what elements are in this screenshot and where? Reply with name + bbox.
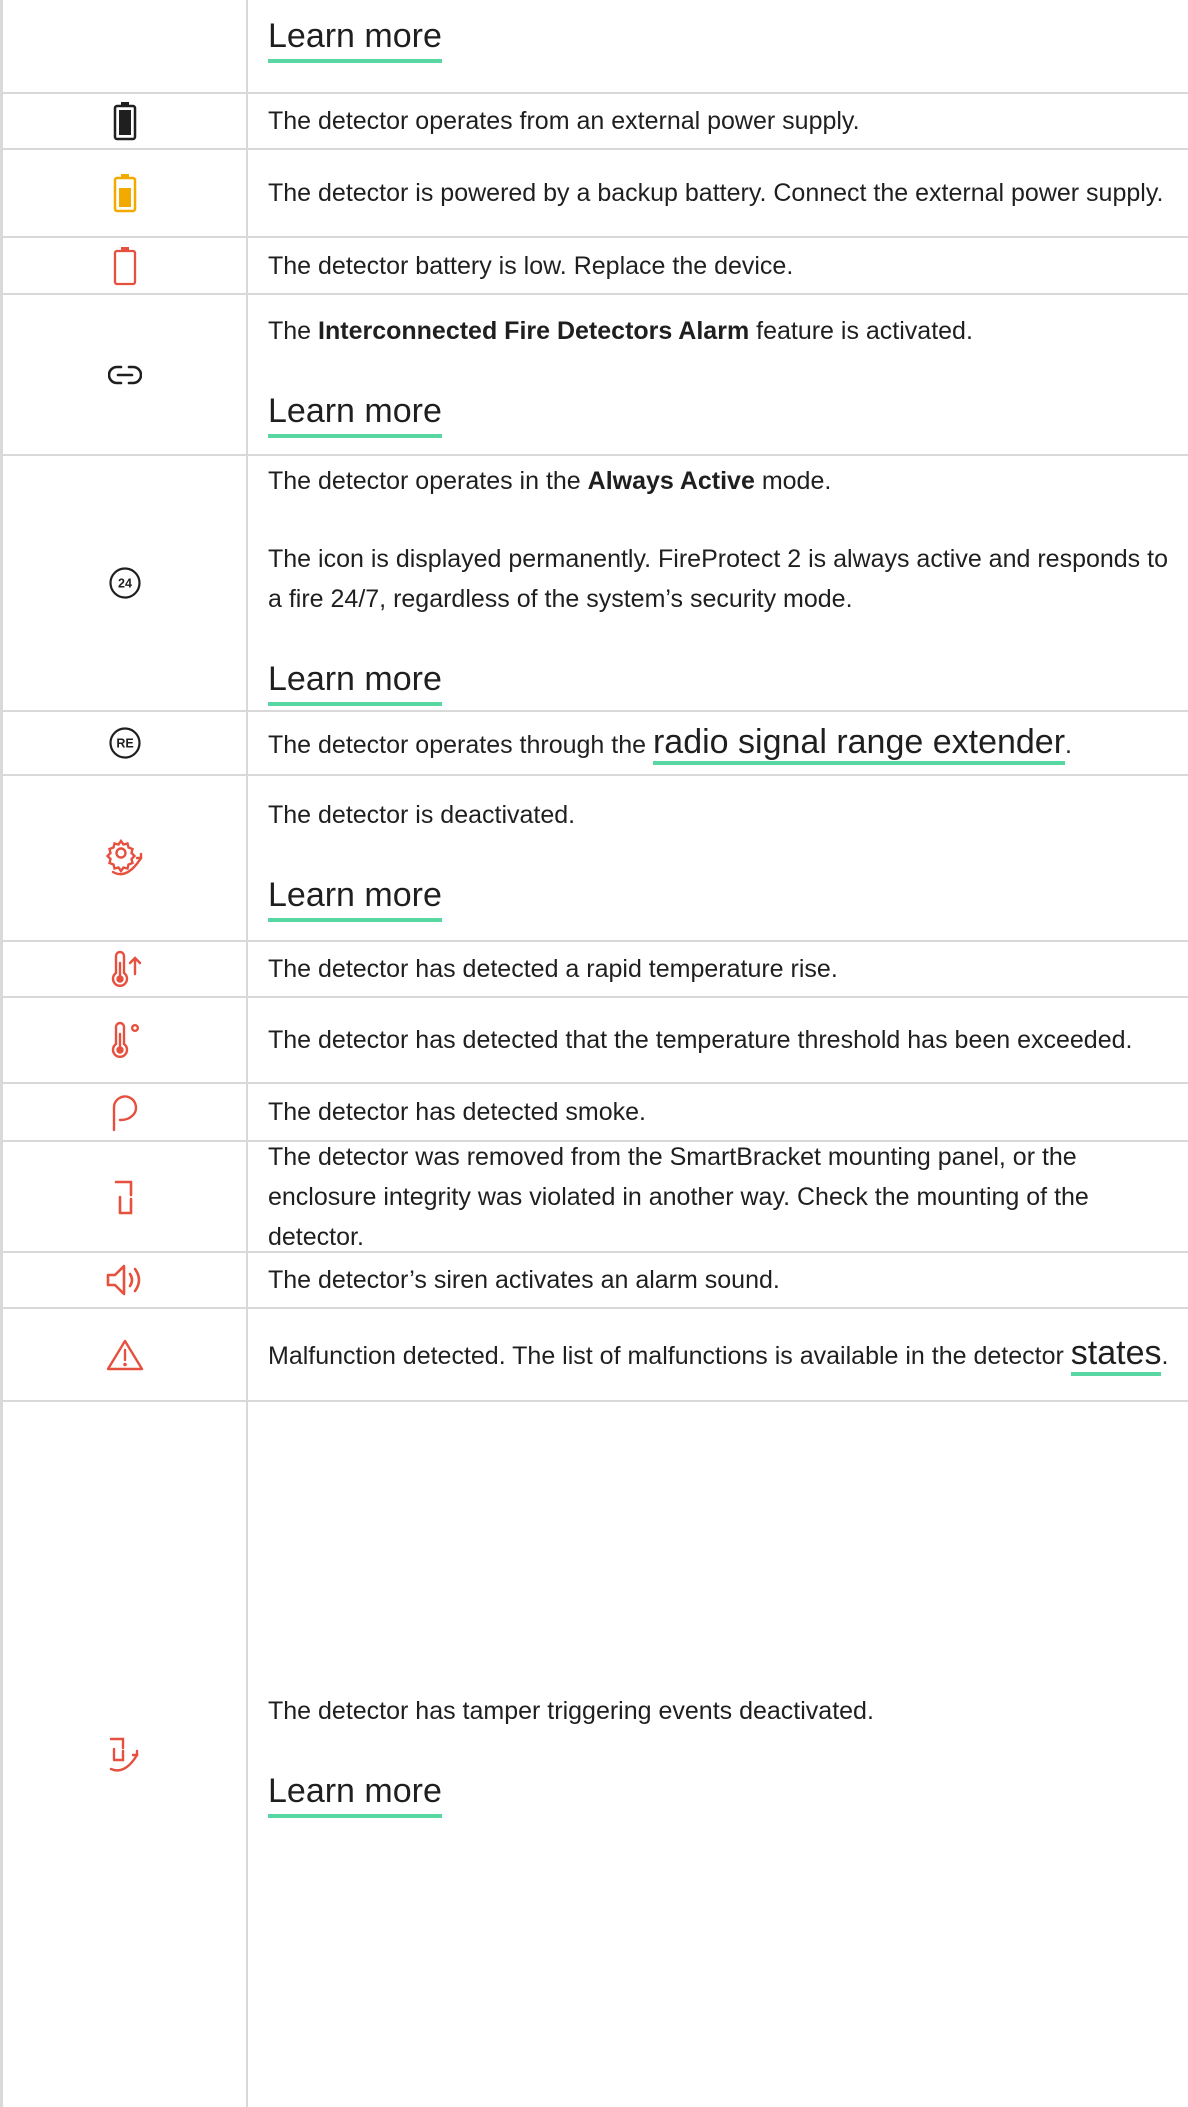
battery-low-icon bbox=[113, 246, 137, 286]
inline-link[interactable]: states bbox=[1070, 1334, 1162, 1376]
icon-legend-table: Learn more The detector operates from an … bbox=[0, 0, 1188, 2107]
description-cell: The detector operates through the radio … bbox=[268, 712, 1178, 774]
table-row: Malfunction detected. The list of malfun… bbox=[0, 1309, 1188, 1402]
table-row: The detector is powered by a backup batt… bbox=[0, 150, 1188, 238]
table-row: The detector is deactivated. Learn more bbox=[0, 776, 1188, 942]
icon-cell bbox=[0, 1253, 248, 1307]
bold-term: Always Active bbox=[587, 466, 755, 495]
device-deactivated-icon bbox=[103, 838, 147, 878]
description-text: The detector has tamper triggering event… bbox=[268, 1697, 874, 1725]
text-part: Malfunction detected. The list of malfun… bbox=[268, 1342, 1071, 1370]
battery-backup-icon bbox=[113, 173, 137, 213]
description-text: The detector was removed from the SmartB… bbox=[268, 1142, 1089, 1251]
icon-cell: RE bbox=[0, 712, 248, 774]
description-text: The detector is deactivated. bbox=[268, 800, 576, 829]
icon-cell bbox=[0, 238, 248, 293]
bold-term: Interconnected Fire Detectors Alarm bbox=[318, 317, 750, 345]
table-row: The detector has tamper triggering event… bbox=[0, 1402, 1188, 2107]
learn-more-link[interactable]: Learn more bbox=[268, 873, 442, 922]
icon-cell bbox=[0, 776, 248, 940]
always-active-24-icon: 24 bbox=[108, 566, 142, 600]
temperature-rise-icon bbox=[105, 949, 145, 989]
icon-cell bbox=[0, 150, 248, 236]
learn-more-link[interactable]: Learn more bbox=[268, 14, 442, 63]
text-part: feature is activated. bbox=[749, 317, 973, 345]
icon-cell bbox=[0, 295, 248, 454]
description-cell: The detector operates in the Always Acti… bbox=[268, 456, 1178, 710]
description-text: The icon is displayed permanently. FireP… bbox=[268, 544, 1168, 613]
text-part: The detector operates through the bbox=[268, 730, 653, 759]
description-cell: The detector has detected a rapid temper… bbox=[268, 942, 1178, 996]
learn-more-link[interactable]: Learn more bbox=[268, 1769, 442, 1818]
table-row: The detector’s siren activates an alarm … bbox=[0, 1253, 1188, 1309]
icon-cell bbox=[0, 94, 248, 148]
table-row: The detector has detected smoke. bbox=[0, 1084, 1188, 1142]
table-row: The detector was removed from the SmartB… bbox=[0, 1142, 1188, 1253]
smoke-icon bbox=[108, 1092, 142, 1132]
icon-cell: 24 bbox=[0, 456, 248, 710]
text-part: . bbox=[1065, 730, 1072, 759]
icon-cell bbox=[0, 942, 248, 996]
icon-cell bbox=[0, 1309, 248, 1400]
description-text: The detector battery is low. Replace the… bbox=[268, 251, 794, 280]
tamper-deactivated-icon bbox=[105, 1735, 145, 1775]
description-cell: Malfunction detected. The list of malfun… bbox=[268, 1309, 1178, 1400]
description-text: The detector has detected that the tempe… bbox=[268, 1026, 1133, 1054]
description-text: Malfunction detected. The list of malfun… bbox=[268, 1333, 1178, 1376]
table-row: RE The detector operates through the radi… bbox=[0, 712, 1188, 776]
description-text: The detector’s siren activates an alarm … bbox=[268, 1266, 780, 1294]
malfunction-warning-icon bbox=[106, 1338, 144, 1372]
icon-cell bbox=[0, 1084, 248, 1140]
description-cell: Learn more bbox=[268, 0, 1178, 92]
inline-link[interactable]: radio signal range extender bbox=[652, 722, 1066, 765]
text-part: . bbox=[1161, 1342, 1169, 1370]
icon-cell bbox=[0, 1142, 248, 1251]
siren-icon bbox=[104, 1262, 146, 1298]
description-text: The detector operates in the Always Acti… bbox=[268, 461, 1178, 501]
learn-more-link[interactable]: Learn more bbox=[268, 657, 442, 706]
description-cell: The detector has detected that the tempe… bbox=[268, 998, 1178, 1082]
description-cell: The detector is deactivated. Learn more bbox=[268, 776, 1178, 940]
description-cell: The detector has detected smoke. bbox=[268, 1084, 1178, 1140]
description-text: The detector is powered by a backup batt… bbox=[268, 179, 1164, 207]
icon-text-re: RE bbox=[116, 737, 133, 751]
icon-cell bbox=[0, 1402, 248, 2107]
link-icon bbox=[107, 364, 142, 386]
text-part: The detector operates in the bbox=[268, 466, 588, 495]
icon-cell bbox=[0, 998, 248, 1082]
description-text: The detector has detected smoke. bbox=[268, 1098, 646, 1126]
description-text: The Interconnected Fire Detectors Alarm … bbox=[268, 311, 1178, 351]
description-cell: The detector’s siren activates an alarm … bbox=[268, 1253, 1178, 1307]
table-row: The detector has detected that the tempe… bbox=[0, 998, 1188, 1084]
description-cell: The detector has tamper triggering event… bbox=[268, 1402, 1178, 2107]
table-row: 24 The detector operates in the Always Ac… bbox=[0, 456, 1188, 712]
icon-cell bbox=[0, 0, 248, 92]
description-cell: The detector operates from an external p… bbox=[268, 94, 1178, 148]
description-cell: The detector battery is low. Replace the… bbox=[268, 238, 1178, 293]
battery-full-icon bbox=[113, 101, 137, 141]
table-row: The detector operates from an external p… bbox=[0, 94, 1188, 150]
icon-text-24: 24 bbox=[118, 577, 132, 591]
description-text: The detector has detected a rapid temper… bbox=[268, 955, 838, 983]
learn-more-link[interactable]: Learn more bbox=[268, 389, 442, 438]
range-extender-icon: RE bbox=[108, 726, 142, 760]
table-row: The detector has detected a rapid temper… bbox=[0, 942, 1188, 998]
table-row: The Interconnected Fire Detectors Alarm … bbox=[0, 295, 1188, 456]
temperature-threshold-icon bbox=[105, 1020, 145, 1060]
table-row: Learn more bbox=[0, 0, 1188, 94]
description-cell: The detector was removed from the SmartB… bbox=[268, 1142, 1178, 1251]
description-cell: The Interconnected Fire Detectors Alarm … bbox=[268, 295, 1178, 454]
tamper-icon bbox=[110, 1177, 140, 1217]
table-row: The detector battery is low. Replace the… bbox=[0, 238, 1188, 295]
description-cell: The detector is powered by a backup batt… bbox=[268, 150, 1178, 236]
text-part: The bbox=[268, 317, 319, 345]
text-part: mode. bbox=[754, 466, 832, 495]
description-text: The detector operates through the radio … bbox=[268, 722, 1178, 765]
description-text: The detector operates from an external p… bbox=[268, 107, 860, 135]
